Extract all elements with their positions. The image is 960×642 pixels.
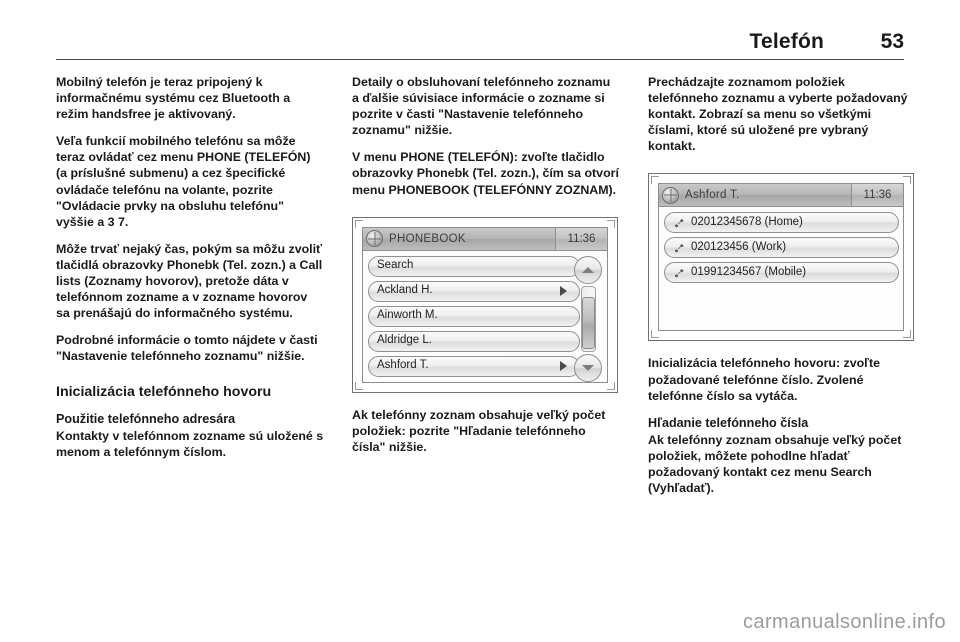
- screen-title: Ashford T.: [685, 189, 740, 202]
- crop-mark-top-right: [903, 176, 911, 185]
- paragraph: Kontakty v telefónnom zozname sú uložené…: [56, 428, 324, 459]
- scroll-track[interactable]: [580, 285, 596, 352]
- list-item-label: 02012345678 (Home): [691, 216, 803, 229]
- handset-icon: [673, 216, 686, 229]
- column-1: Mobilný telefón je teraz pripojený k inf…: [56, 74, 324, 460]
- globe-icon: [366, 230, 383, 248]
- list-item-label: 020123456 (Work): [691, 241, 787, 254]
- column-2: Detaily o obsluhovaní telefónneho zoznam…: [352, 74, 620, 455]
- list-item-label: Ainworth M.: [377, 309, 438, 322]
- arrow-right-icon: [560, 361, 567, 372]
- list-item-label: 01991234567 (Mobile): [691, 266, 807, 279]
- paragraph: Ak telefónny zoznam obsahuje veľký počet…: [648, 432, 902, 496]
- paragraph: Ak telefónny zoznam obsahuje veľký počet…: [352, 407, 606, 454]
- paragraph: Prechádzajte zoznamom položiek telefónne…: [648, 75, 908, 154]
- globe-icon: [662, 186, 679, 204]
- scroll-up-button[interactable]: [574, 255, 602, 284]
- list-item-label: Search: [377, 259, 414, 272]
- paragraph: Inicializácia telefónneho hovoru: zvoľte…: [648, 356, 880, 403]
- page-header: Telefón 53: [56, 18, 904, 52]
- list-item-phone-number[interactable]: 02012345678 (Home): [664, 212, 899, 234]
- scroll-down-button[interactable]: [574, 353, 602, 382]
- subsection-heading: Hľadanie telefónneho čísla: [648, 415, 809, 430]
- paragraph: Veľa funkcií mobilného telefónu sa môže …: [56, 134, 311, 229]
- paragraph: Môže trvať nejaký čas, pokým sa môžu zvo…: [56, 241, 323, 321]
- list-item-phone-number[interactable]: 020123456 (Work): [664, 237, 899, 259]
- list-item[interactable]: Ackland H.: [368, 280, 580, 302]
- arrow-right-icon: [560, 286, 567, 297]
- contact-number-list: 02012345678 (Home) 020123456 (Work) 0199…: [664, 212, 899, 284]
- page-number: 53: [880, 30, 904, 53]
- screen-body: Search Ackland H. Ainworth M. Aldridge L…: [363, 251, 607, 382]
- handset-icon: [673, 266, 686, 279]
- list-item[interactable]: Aldridge L.: [368, 330, 580, 352]
- crop-mark-bottom-left: [651, 330, 659, 339]
- list-item-label: Ashford T.: [377, 359, 429, 372]
- footer-watermark: carmanualsonline.info: [743, 611, 946, 633]
- paragraph: V menu PHONE (TELEFÓN): zvoľte tlačidlo …: [352, 150, 619, 197]
- scrollbar[interactable]: [574, 255, 602, 382]
- crop-mark-bottom-left: [355, 381, 363, 390]
- list-item-label: Ackland H.: [377, 284, 433, 297]
- paragraph: Detaily o obsluhovaní telefónneho zoznam…: [352, 75, 611, 138]
- paragraph: Mobilný telefón je teraz pripojený k inf…: [56, 75, 291, 122]
- page-title: Telefón: [749, 30, 824, 53]
- scroll-thumb[interactable]: [581, 296, 595, 349]
- manual-page: Telefón 53 Mobilný telefón je teraz prip…: [0, 0, 960, 642]
- screen-body: 02012345678 (Home) 020123456 (Work) 0199…: [659, 207, 903, 330]
- list-item[interactable]: Ainworth M.: [368, 305, 580, 327]
- screen-status-bar: PHONEBOOK 11:36: [363, 227, 607, 251]
- screen-status-bar: Ashford T. 11:36: [659, 184, 903, 208]
- section-heading: Inicializácia telefónneho hovoru: [56, 383, 272, 400]
- header-divider: [56, 59, 904, 60]
- handset-icon: [673, 241, 686, 254]
- list-item-search[interactable]: Search: [368, 255, 580, 277]
- phonebook-list: Search Ackland H. Ainworth M. Aldridge L…: [368, 255, 580, 377]
- contact-screenshot: Ashford T. 11:36 02012345678 (Home) 0201…: [648, 173, 914, 342]
- subsection-heading: Použitie telefónneho adresára: [56, 411, 236, 426]
- list-item-label: Aldridge L.: [377, 334, 432, 347]
- column-3: Prechádzajte zoznamom položiek telefónne…: [648, 74, 916, 496]
- chevron-down-icon: [582, 364, 594, 371]
- paragraph: Podrobné informácie o tomto nájdete v ča…: [56, 333, 318, 364]
- list-item[interactable]: Ashford T.: [368, 355, 580, 377]
- clock-display: 11:36: [555, 227, 607, 250]
- screen-title: PHONEBOOK: [389, 232, 466, 245]
- infotainment-screen-contact: Ashford T. 11:36 02012345678 (Home) 0201…: [658, 183, 904, 332]
- crop-mark-top-right: [607, 219, 615, 228]
- infotainment-screen-phonebook: PHONEBOOK 11:36 Search Ackland H. Ainwor…: [362, 226, 608, 383]
- clock-display: 11:36: [851, 184, 903, 207]
- phonebook-screenshot: PHONEBOOK 11:36 Search Ackland H. Ainwor…: [352, 216, 618, 393]
- list-item-phone-number[interactable]: 01991234567 (Mobile): [664, 262, 899, 284]
- chevron-up-icon: [582, 266, 594, 273]
